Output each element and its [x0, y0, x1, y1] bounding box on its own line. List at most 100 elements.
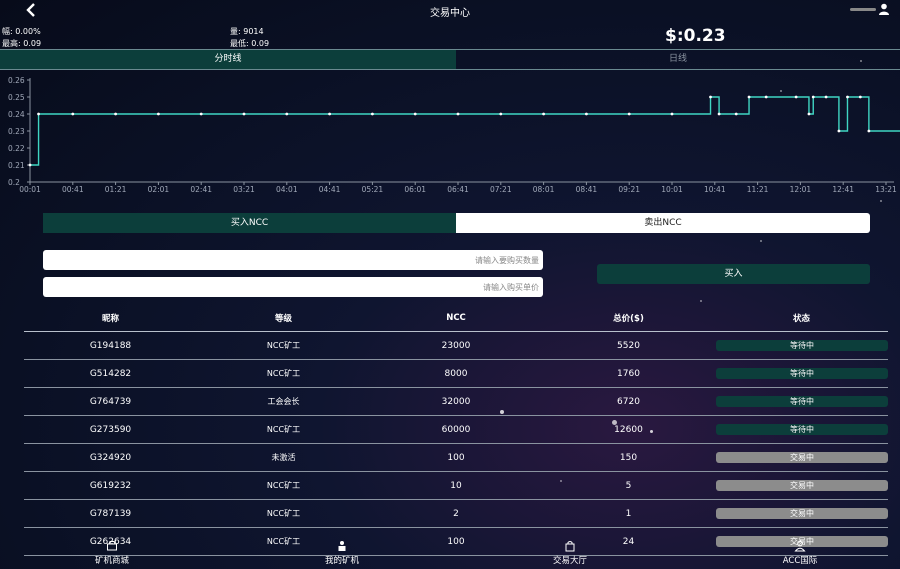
status-badge[interactable]: 等待中 [716, 396, 888, 407]
buy-button[interactable]: 买入 [597, 264, 870, 284]
row-nickname: G194188 [89, 340, 132, 351]
table-row[interactable]: G273590 NCC矿工 60000 12600 等待中 [24, 416, 888, 444]
change-label: 幅: [2, 27, 13, 36]
price-point [71, 112, 75, 116]
header-status: 状态 [792, 314, 810, 324]
row-level: NCC矿工 [266, 425, 301, 434]
table-row[interactable]: G514282 NCC矿工 8000 1760 等待中 [24, 360, 888, 388]
amount-input[interactable] [43, 250, 543, 270]
table-row[interactable]: G324920 未激活 100 150 交易中 [24, 444, 888, 472]
x-tick-label: 00:01 [19, 185, 41, 194]
x-tick-label: 09:21 [618, 185, 640, 194]
low-value: 0.09 [251, 39, 270, 48]
tab-buy-ncc[interactable]: 买入NCC [43, 213, 456, 233]
x-tick-label: 12:41 [832, 185, 854, 194]
price-point [413, 112, 417, 116]
price-point [199, 112, 203, 116]
y-tick-label: 0.23 [8, 127, 25, 136]
price-point [114, 112, 117, 116]
row-total: 12600 [614, 424, 643, 435]
x-tick-label: 02:41 [190, 185, 212, 194]
tab-time-share[interactable]: 分时线 [0, 50, 456, 69]
table-header: 昵称 等级 NCC 总价($) 状态 [24, 305, 888, 332]
nav-shop-label: 矿机商城 [94, 556, 129, 566]
y-tick-label: 0.26 [8, 76, 25, 85]
high-stat: 最高: 0.09 [2, 38, 41, 49]
row-nickname: G514282 [89, 368, 132, 379]
table-row[interactable]: G194188 NCC矿工 23000 5520 等待中 [24, 332, 888, 360]
x-tick-label: 07:21 [490, 185, 512, 194]
table-row[interactable]: G764739 工会会长 32000 6720 等待中 [24, 388, 888, 416]
table-row[interactable]: G787139 NCC矿工 2 1 交易中 [24, 500, 888, 528]
row-level: NCC矿工 [266, 341, 301, 350]
x-tick-label: 08:01 [533, 185, 555, 194]
row-ncc: 100 [447, 452, 465, 463]
page-title: 交易中心 [430, 8, 470, 19]
tab-daily[interactable]: 日线 [456, 50, 900, 69]
nav-my-miners[interactable]: 我的矿机 [282, 540, 402, 566]
nav-trade-hall[interactable]: 交易大厅 [510, 540, 630, 566]
y-tick-label: 0.22 [8, 144, 25, 153]
table-row[interactable]: G619232 NCC矿工 10 5 交易中 [24, 472, 888, 500]
status-badge[interactable]: 交易中 [716, 452, 888, 463]
x-tick-label: 06:01 [404, 185, 426, 194]
status-badge[interactable]: 等待中 [716, 340, 888, 351]
status-badge[interactable]: 交易中 [716, 480, 888, 491]
change-value: 0.00% [15, 27, 41, 36]
price-point [867, 129, 871, 133]
price-point [846, 95, 849, 99]
high-label: 最高: [2, 39, 21, 48]
x-tick-label: 10:41 [704, 185, 726, 194]
row-nickname: G787139 [89, 508, 132, 519]
price-point [37, 112, 40, 116]
x-tick-label: 13:21 [875, 185, 897, 194]
row-nickname: G324920 [89, 452, 132, 463]
nav-trade-hall-label: 交易大厅 [552, 556, 587, 566]
user-icon[interactable] [878, 3, 890, 15]
price-point [811, 95, 815, 99]
row-total: 6720 [617, 396, 640, 407]
orders-table: 昵称 等级 NCC 总价($) 状态 G194188 NCC矿工 23000 5520… [24, 305, 888, 556]
high-value: 0.09 [23, 39, 42, 48]
price-point [794, 95, 798, 99]
x-tick-label: 04:41 [319, 185, 341, 194]
x-tick-label: 08:41 [576, 185, 598, 194]
x-tick-label: 03:21 [233, 185, 255, 194]
volume-value: 9014 [243, 27, 264, 36]
header-nickname: 昵称 [101, 314, 119, 324]
tab-sell-ncc[interactable]: 卖出NCC [456, 213, 870, 233]
x-tick-label: 05:21 [362, 185, 384, 194]
price-point [28, 163, 32, 167]
low-stat: 最低: 0.09 [230, 38, 269, 49]
y-tick-label: 0.24 [8, 110, 25, 119]
row-nickname: G273590 [89, 424, 132, 435]
nav-acc[interactable]: ACC国际 [740, 540, 860, 566]
price-chart: 0.20.210.220.230.240.250.2600:01 00:41 01:… [8, 76, 900, 194]
status-badge[interactable]: 等待中 [716, 368, 888, 379]
header-total: 总价($) [613, 314, 644, 324]
price-point [328, 112, 331, 116]
table-body: G194188 NCC矿工 23000 5520 等待中 G514282 NCC矿工 8000… [24, 332, 888, 556]
user-name-bar [850, 8, 876, 11]
price-input[interactable] [43, 277, 543, 297]
row-total: 5520 [617, 340, 640, 351]
price-point [371, 112, 374, 116]
price-point [242, 112, 246, 116]
price-point [285, 112, 289, 116]
status-badge[interactable]: 等待中 [716, 424, 888, 435]
row-total: 5 [625, 480, 632, 491]
price-point [734, 112, 738, 116]
x-tick-label: 01:21 [105, 185, 127, 194]
nav-acc-label: ACC国际 [782, 556, 818, 566]
price-point [807, 112, 811, 116]
price-point [456, 112, 460, 116]
price-point [837, 129, 841, 133]
price-point [858, 95, 862, 99]
status-badge[interactable]: 交易中 [716, 508, 888, 519]
chart-tabs: 分时线 日线 [0, 49, 900, 70]
x-tick-label: 12:01 [790, 185, 812, 194]
nav-shop[interactable]: 矿机商城 [52, 540, 172, 566]
bag-icon [565, 541, 575, 552]
low-label: 最低: [230, 39, 249, 48]
top-bar: 交易中心 [0, 0, 900, 20]
